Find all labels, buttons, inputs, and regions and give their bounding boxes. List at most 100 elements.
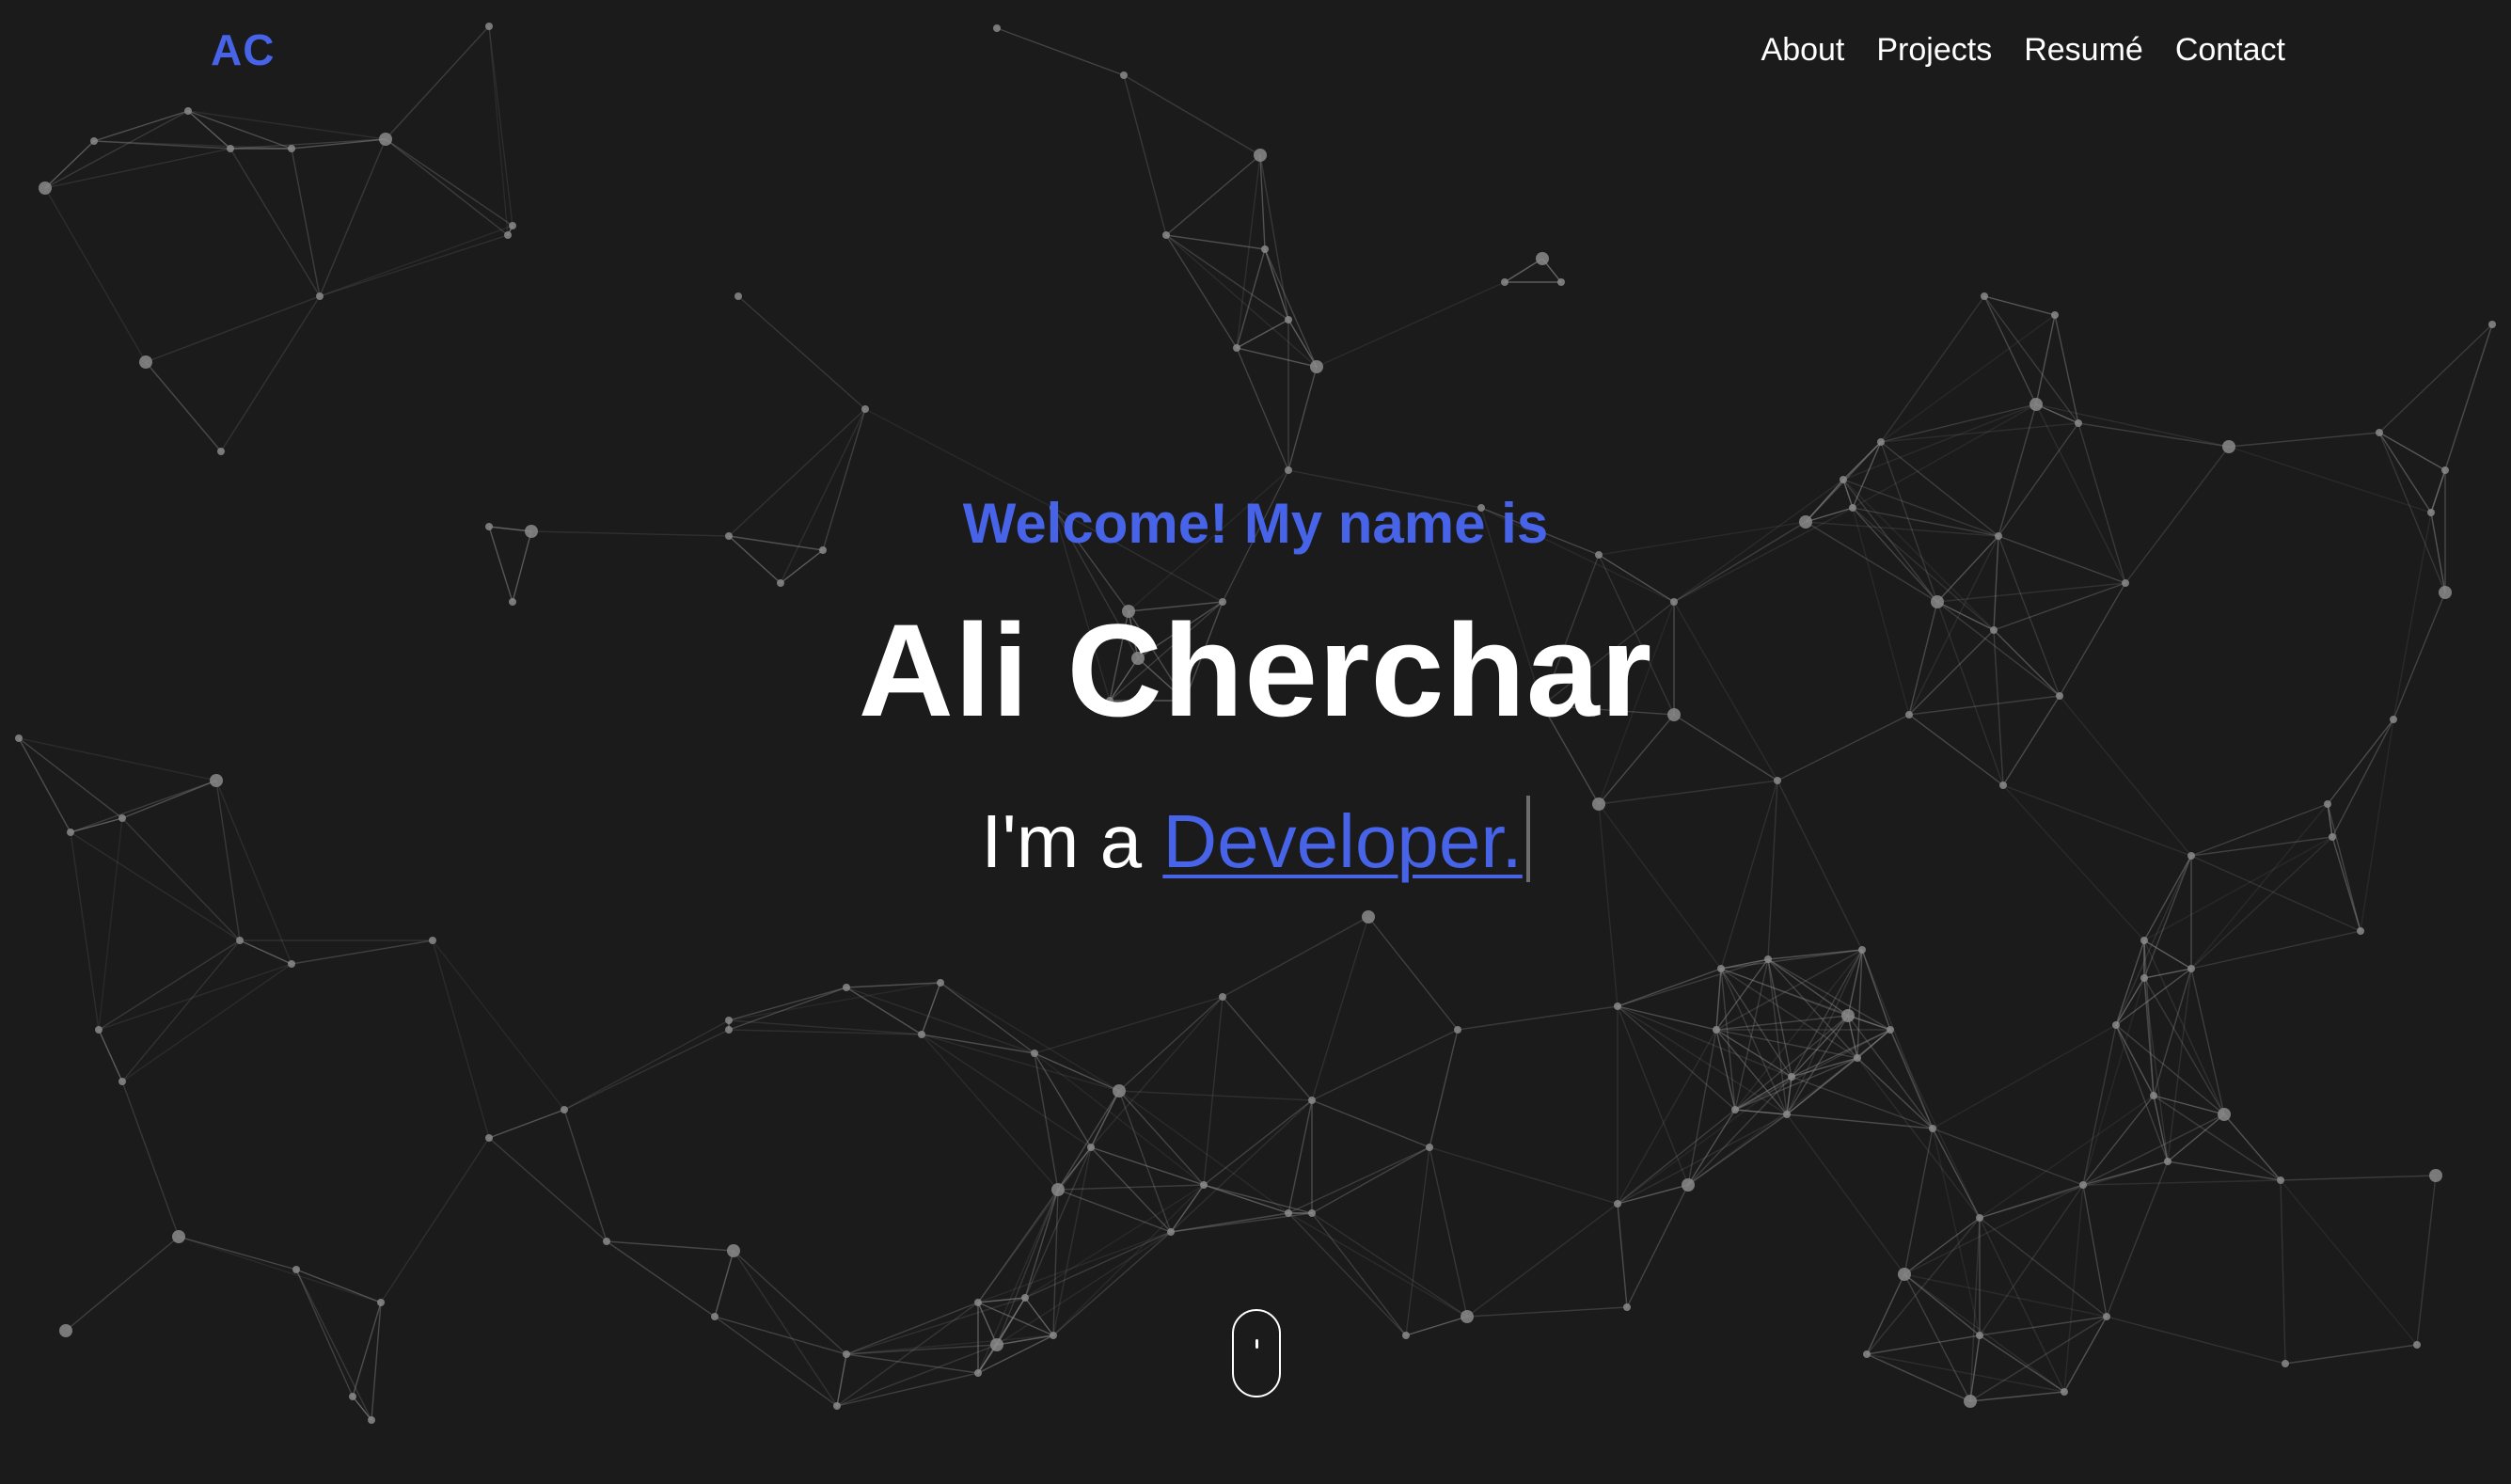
network-link: [1786, 949, 1863, 1115]
typed-role-link[interactable]: Developer.: [1162, 799, 1522, 883]
network-link: [1170, 1184, 1205, 1233]
network-node: [1162, 231, 1170, 239]
network-link: [1118, 1090, 1313, 1101]
network-node: [1021, 1294, 1029, 1302]
network-link: [1405, 1146, 1430, 1336]
network-link: [728, 987, 847, 1021]
network-link: [1979, 1316, 2108, 1336]
network-node: [2140, 937, 2148, 944]
network-node: [118, 1078, 126, 1085]
network-node: [1774, 777, 1781, 784]
network-node: [561, 1106, 568, 1113]
network-link: [1767, 958, 1891, 1031]
network-link: [845, 987, 1035, 1054]
network-link: [44, 187, 147, 363]
network-node: [368, 1416, 375, 1424]
network-link: [1311, 916, 1369, 1101]
network-link: [1316, 281, 1506, 368]
network-node: [377, 1299, 385, 1306]
network-link: [1311, 1099, 1430, 1148]
network-link: [2167, 1160, 2282, 1181]
network-link: [1866, 1273, 1905, 1355]
network-node: [1764, 955, 1772, 963]
network-link: [606, 1240, 734, 1252]
network-link: [563, 1019, 730, 1111]
network-node: [1964, 1395, 1977, 1408]
network-node: [1219, 993, 1226, 1001]
network-link: [940, 982, 1120, 1092]
network-node: [2079, 1181, 2087, 1189]
network-link: [1287, 1099, 1313, 1214]
network-node: [2029, 398, 2043, 411]
nav-link-about[interactable]: About: [1761, 32, 1845, 69]
network-link: [1866, 1353, 2065, 1393]
logo-link[interactable]: AC: [211, 24, 275, 75]
network-link: [187, 110, 387, 140]
network-link: [291, 939, 434, 965]
nav-link-resume[interactable]: Resumé: [2024, 32, 2143, 69]
network-link: [1034, 1052, 1120, 1092]
typing-cursor: [1525, 796, 1530, 882]
network-link: [1983, 295, 2056, 316]
network-link: [977, 1146, 1092, 1303]
network-node: [1113, 1084, 1126, 1097]
network-link: [728, 982, 941, 1021]
network-link: [1034, 996, 1224, 1054]
network-node: [1877, 438, 1885, 446]
network-node: [711, 1313, 719, 1320]
network-node: [1557, 278, 1565, 286]
network-link: [1236, 319, 1289, 349]
mouse-scroll-icon[interactable]: [1232, 1309, 1281, 1397]
network-link: [1969, 1316, 2108, 1402]
network-node: [288, 145, 295, 152]
network-node: [227, 145, 234, 152]
network-node: [349, 1393, 356, 1400]
network-node: [1426, 1144, 1433, 1151]
network-node: [777, 579, 784, 587]
network-link: [44, 140, 95, 189]
network-link: [1466, 1306, 1628, 1318]
network-node: [2187, 965, 2195, 972]
network-node: [1536, 252, 1549, 265]
network-node: [236, 937, 244, 944]
network-link: [2115, 1024, 2155, 1097]
network-link: [2082, 1184, 2108, 1318]
network-link: [1287, 319, 1318, 368]
network-node: [1310, 360, 1323, 373]
network-node: [2222, 440, 2235, 453]
network-link: [1264, 248, 1289, 321]
network-link: [1311, 1212, 1468, 1318]
network-link: [178, 1236, 297, 1271]
network-link: [940, 982, 1035, 1054]
network-link: [1118, 996, 1224, 1092]
network-link: [836, 1302, 979, 1407]
network-link: [1287, 1212, 1468, 1318]
network-node: [1501, 278, 1508, 286]
network-link: [2035, 314, 2056, 405]
network-link: [1118, 1090, 1289, 1214]
nav-links: About Projects Resumé Contact: [1761, 32, 2285, 69]
network-link: [1617, 1203, 1628, 1308]
network-link: [996, 1231, 1172, 1346]
network-node: [833, 1402, 841, 1410]
network-link: [1715, 968, 1722, 1031]
network-link: [1367, 916, 1459, 1031]
network-link: [1983, 295, 2037, 405]
network-node: [1031, 1050, 1038, 1057]
network-node: [603, 1238, 610, 1245]
network-node: [2218, 1108, 2231, 1121]
network-node: [974, 1299, 982, 1306]
network-node: [1051, 1183, 1065, 1196]
nav-link-contact[interactable]: Contact: [2175, 32, 2285, 69]
network-node: [1623, 1303, 1631, 1311]
hero-greeting: Welcome! My name is: [962, 492, 1549, 555]
network-node: [2075, 419, 2082, 427]
network-link: [733, 1250, 838, 1407]
network-link: [98, 963, 292, 1031]
network-node: [1454, 1026, 1461, 1034]
network-link: [1466, 1203, 1619, 1318]
nav-link-projects[interactable]: Projects: [1876, 32, 1992, 69]
network-link: [1617, 1005, 1689, 1186]
network-link: [921, 982, 941, 1035]
network-link: [2115, 968, 2192, 1026]
